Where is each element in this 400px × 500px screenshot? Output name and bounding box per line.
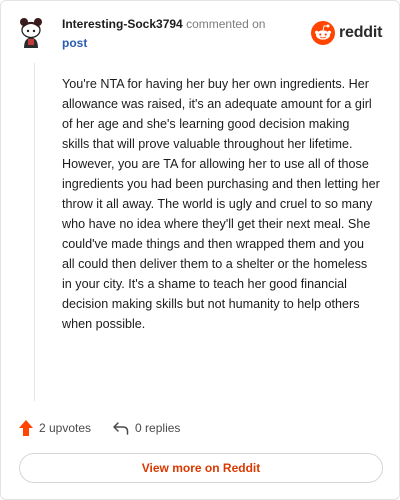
username-link[interactable]: Interesting-Sock3794	[62, 17, 183, 31]
thread-line	[34, 63, 35, 401]
comment-header: Interesting-Sock3794 commented on post r…	[1, 1, 400, 63]
reddit-logo-icon	[311, 21, 335, 45]
view-more-button[interactable]: View more on Reddit	[19, 453, 383, 483]
reply-count: 0 replies	[135, 421, 181, 435]
post-link[interactable]: post	[62, 35, 87, 52]
user-avatar-icon[interactable]	[18, 17, 44, 49]
upvote-arrow-icon	[19, 420, 33, 436]
reddit-wordmark: reddit	[339, 24, 383, 41]
reddit-brand[interactable]: reddit	[311, 21, 382, 45]
upvote-count: 2 upvotes	[39, 421, 92, 435]
upvote-button[interactable]: 2 upvotes	[18, 419, 91, 437]
embed-card: Interesting-Sock3794 commented on post r…	[0, 0, 400, 500]
comment-body: You're NTA for having her buy her own in…	[62, 77, 380, 331]
comment-meta: Interesting-Sock3794 commented on post	[62, 16, 302, 52]
comment-actions: 2 upvotes 0 replies	[18, 417, 180, 439]
reply-button[interactable]: 0 replies	[112, 420, 180, 436]
reply-arrow-icon	[113, 422, 129, 435]
commented-on-text: commented on	[186, 17, 266, 31]
